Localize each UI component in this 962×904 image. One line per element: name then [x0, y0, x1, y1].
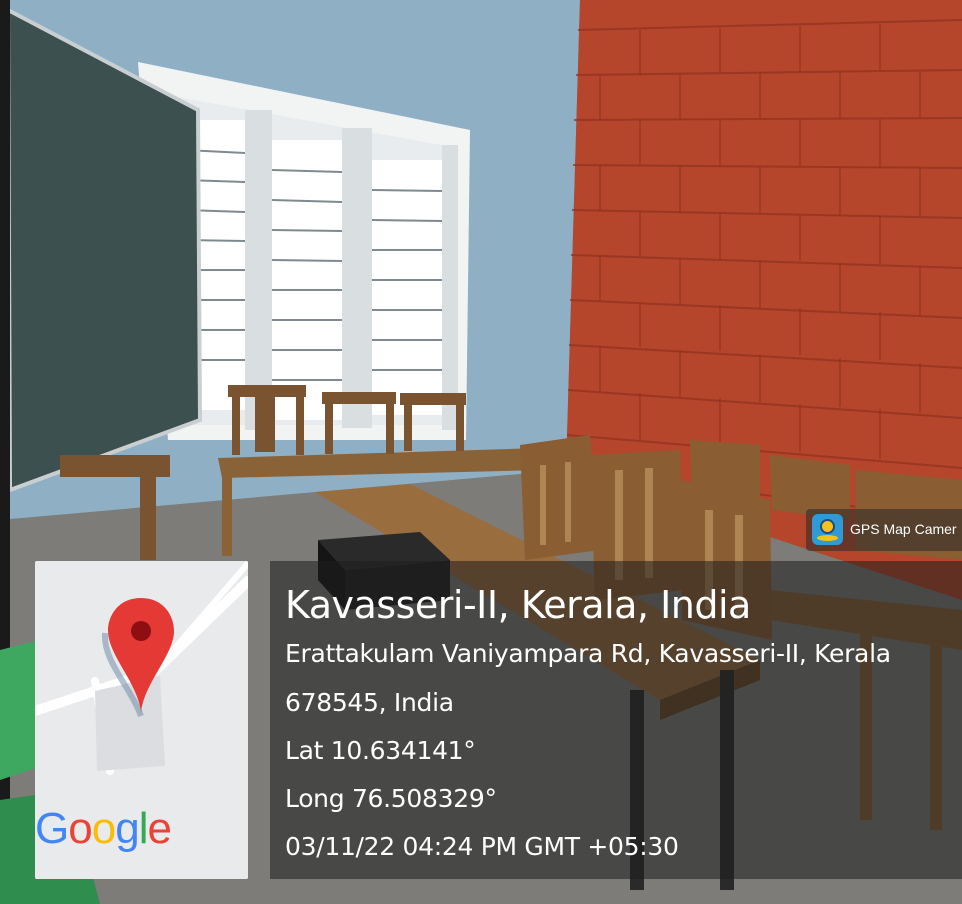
address-line-1: Erattakulam Vaniyampara Rd, Kavasseri-II… [285, 639, 891, 668]
app-watermark-badge: GPS Map Camer [806, 509, 962, 551]
longitude-text: Long 76.508329° [285, 784, 497, 813]
google-logo: Google [35, 804, 172, 853]
app-name-label: GPS Map Camer [850, 521, 957, 537]
gps-map-camera-icon [812, 514, 843, 545]
google-logo-g: G [35, 804, 69, 853]
address-line-2: 678545, India [285, 688, 454, 717]
map-thumbnail: Google [35, 561, 248, 879]
location-title: Kavasseri-II, Kerala, India [285, 583, 751, 627]
latitude-text: Lat 10.634141° [285, 736, 476, 765]
timestamp-text: 03/11/22 04:24 PM GMT +05:30 [285, 832, 679, 861]
